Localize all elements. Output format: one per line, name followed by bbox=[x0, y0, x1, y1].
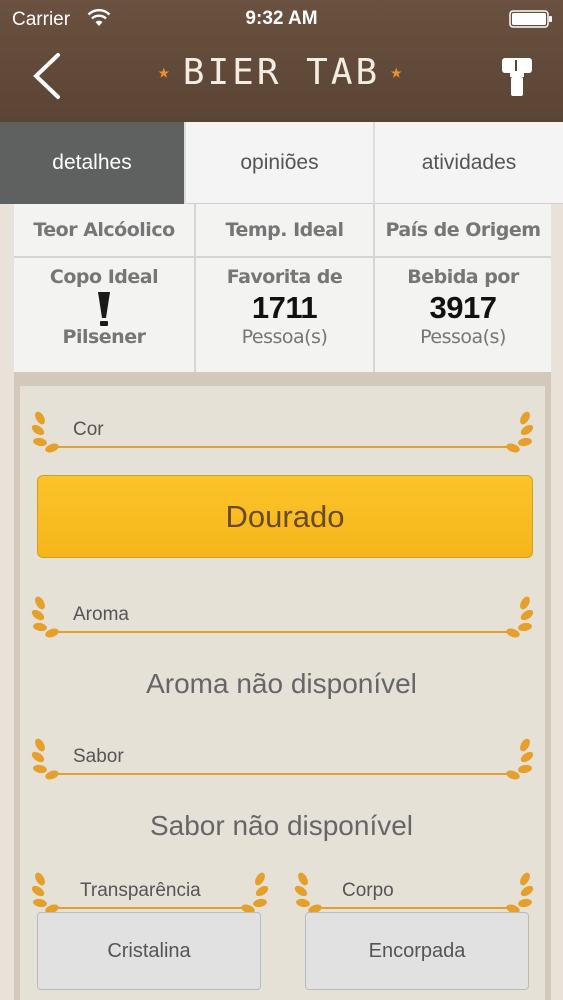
favorita-label: Favorita de bbox=[226, 266, 343, 288]
star-icon: ★ bbox=[157, 59, 173, 83]
sabor-value: Sabor não disponível bbox=[149, 810, 414, 841]
battery-icon bbox=[509, 10, 552, 28]
cor-value-button[interactable]: Dourado bbox=[37, 475, 533, 558]
wheat-right-icon bbox=[241, 872, 269, 914]
copo-label: Copo Ideal bbox=[49, 266, 159, 288]
app-title-text: BIER TAB bbox=[182, 52, 381, 93]
bebida-count: 3917 bbox=[429, 290, 497, 325]
corpo-divider bbox=[318, 907, 512, 909]
pais-label: País de Origem bbox=[385, 219, 541, 241]
aroma-label: Aroma bbox=[73, 604, 129, 625]
status-bar: Carrier 9:32 AM bbox=[0, 0, 563, 38]
cor-divider bbox=[56, 446, 518, 448]
pilsner-glass-icon bbox=[98, 292, 110, 326]
info-grid: Teor Alcóolico Temp. Ideal País de Orige… bbox=[14, 204, 551, 372]
favorita-unit: Pessoa(s) bbox=[241, 326, 328, 348]
wheat-right-icon bbox=[506, 596, 534, 638]
favorita-count: 1711 bbox=[251, 290, 318, 325]
star-icon: ★ bbox=[390, 59, 406, 83]
tab-atividades[interactable]: atividades bbox=[375, 122, 563, 204]
tab-opinioes[interactable]: opiniões bbox=[186, 122, 375, 204]
beer-tap-icon[interactable] bbox=[500, 56, 534, 98]
transparencia-value: Cristalina bbox=[37, 912, 261, 990]
aroma-divider bbox=[56, 631, 518, 633]
cor-label: Cor bbox=[73, 419, 104, 440]
tab-bar: detalhes opiniões atividades bbox=[0, 122, 563, 204]
info-cell-favorita: Favorita de 1711 Pessoa(s) bbox=[196, 258, 373, 372]
transparencia-divider bbox=[56, 907, 246, 909]
bebida-unit: Pessoa(s) bbox=[420, 326, 506, 348]
info-cell-pais: País de Origem bbox=[375, 204, 551, 256]
copo-value: Pilsener bbox=[62, 326, 146, 348]
wheat-right-icon bbox=[506, 738, 534, 780]
teor-label: Teor Alcóolico bbox=[33, 219, 175, 241]
info-cell-bebida: Bebida por 3917 Pessoa(s) bbox=[375, 258, 551, 372]
info-cell-temp: Temp. Ideal bbox=[196, 204, 373, 256]
transparencia-label: Transparência bbox=[80, 880, 201, 901]
info-cell-copo: Copo Ideal Pilsener bbox=[14, 258, 194, 372]
app-header: Carrier 9:32 AM ★ BIER TAB ★ bbox=[0, 0, 563, 122]
sabor-label: Sabor bbox=[73, 746, 124, 767]
aroma-value: Aroma não disponível bbox=[146, 668, 417, 699]
corpo-value: Encorpada bbox=[305, 912, 529, 990]
wheat-right-icon bbox=[506, 872, 534, 914]
bebida-label: Bebida por bbox=[407, 266, 519, 288]
corpo-label: Corpo bbox=[342, 880, 394, 901]
temp-label: Temp. Ideal bbox=[225, 219, 344, 241]
info-cell-teor: Teor Alcóolico bbox=[14, 204, 194, 256]
status-time: 9:32 AM bbox=[245, 8, 318, 29]
wheat-right-icon bbox=[506, 411, 534, 453]
app-title: ★ BIER TAB ★ bbox=[0, 52, 563, 93]
sabor-divider bbox=[56, 773, 518, 775]
tab-detalhes[interactable]: detalhes bbox=[0, 122, 186, 204]
